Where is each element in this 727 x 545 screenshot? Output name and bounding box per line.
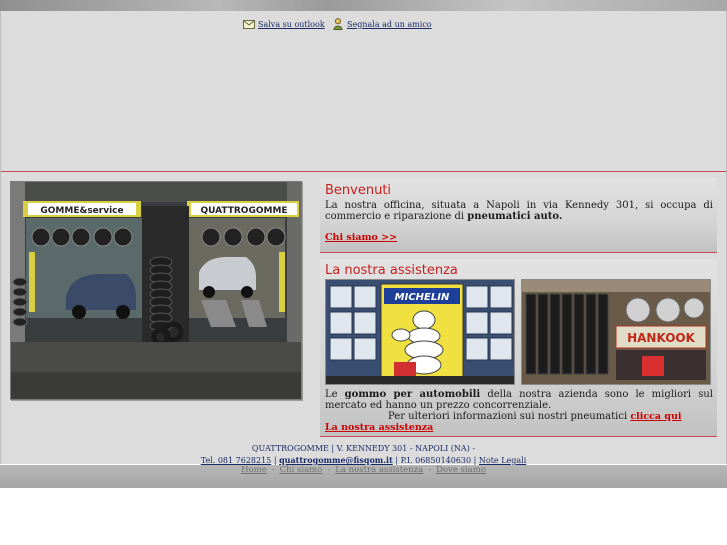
chi-siamo-link[interactable]: Chi siamo >> bbox=[325, 232, 397, 243]
envelope-icon bbox=[243, 20, 255, 29]
nav-chi-siamo[interactable]: Chi siamo bbox=[280, 465, 323, 475]
assistance-text: Le gommo per automobili della nostra azi… bbox=[325, 389, 713, 411]
clicca-qui-link[interactable]: clicca qui bbox=[630, 411, 681, 422]
assistance-title: La nostra assistenza bbox=[325, 263, 458, 278]
nav-sep: - bbox=[271, 465, 275, 475]
tell-friend-link-wrap[interactable]: Segnala ad un amico bbox=[333, 18, 432, 30]
sign-left-text: GOMME&service bbox=[40, 206, 123, 216]
legal-notes-link[interactable]: Note Legali bbox=[479, 456, 526, 465]
welcome-title: Benvenuti bbox=[325, 183, 392, 198]
hankook-sign-text: HANKOOK bbox=[627, 331, 696, 345]
assistance-link[interactable]: La nostra assistenza bbox=[325, 422, 433, 433]
welcome-text-bold: pneumatici auto. bbox=[467, 211, 563, 222]
phone-link[interactable]: Tel. 081 7628215 bbox=[201, 456, 272, 465]
nav-sep: - bbox=[428, 465, 432, 475]
assistance-panel: La nostra assistenza MICHELIN HANKOOK Le… bbox=[320, 259, 717, 437]
michelin-sign-text: MICHELIN bbox=[395, 292, 450, 303]
save-outlook-link[interactable]: Salva su outlook bbox=[258, 20, 325, 29]
footer-sep: | bbox=[271, 456, 280, 465]
person-icon bbox=[333, 18, 343, 30]
welcome-panel: Benvenuti La nostra officina, situata a … bbox=[320, 178, 717, 253]
sign-right-text: QUATTROGOMME bbox=[200, 206, 287, 216]
tell-friend-link[interactable]: Segnala ad un amico bbox=[347, 20, 432, 29]
shop-photo: GOMME&service QUATTROGOMME bbox=[10, 181, 302, 400]
more-info-text: Per ulteriori informazioni sui nostri pn… bbox=[388, 411, 631, 422]
michelin-illustration: MICHELIN bbox=[326, 280, 514, 384]
assistance-text-pre: Le bbox=[325, 389, 345, 400]
assistance-text-bold: gommo per automobili bbox=[344, 389, 481, 400]
shop-photo-illustration: GOMME&service QUATTROGOMME bbox=[11, 182, 301, 399]
footer-address: QUATTROGOMME | V. KENNEDY 301 - NAPOLI (… bbox=[251, 444, 476, 453]
divider-line bbox=[1, 171, 726, 172]
bottom-nav: Home - Chi siamo - La nostra assistenza - Dove… bbox=[0, 465, 727, 488]
nav-dove-siamo[interactable]: Dove siamo bbox=[436, 465, 486, 475]
nav-home[interactable]: Home bbox=[241, 465, 267, 475]
email-link[interactable]: quattrogomme@fisqom.it bbox=[279, 455, 393, 465]
footer-contacts: Tel. 081 7628215 | quattrogomme@fisqom.i… bbox=[0, 455, 727, 465]
michelin-photo: MICHELIN bbox=[325, 279, 515, 385]
welcome-text: La nostra officina, situata a Napoli in … bbox=[325, 200, 713, 222]
nav-sep: - bbox=[327, 465, 331, 475]
hankook-photo: HANKOOK bbox=[521, 279, 711, 385]
more-info-line: Per ulteriori informazioni sui nostri pn… bbox=[388, 411, 713, 422]
nav-assistenza[interactable]: La nostra assistenza bbox=[335, 465, 423, 475]
vat-number: | P.I. 06850140630 | bbox=[392, 456, 479, 465]
save-outlook-link-wrap[interactable]: Salva su outlook bbox=[243, 20, 325, 29]
top-band bbox=[0, 0, 727, 11]
hankook-illustration: HANKOOK bbox=[522, 280, 710, 384]
